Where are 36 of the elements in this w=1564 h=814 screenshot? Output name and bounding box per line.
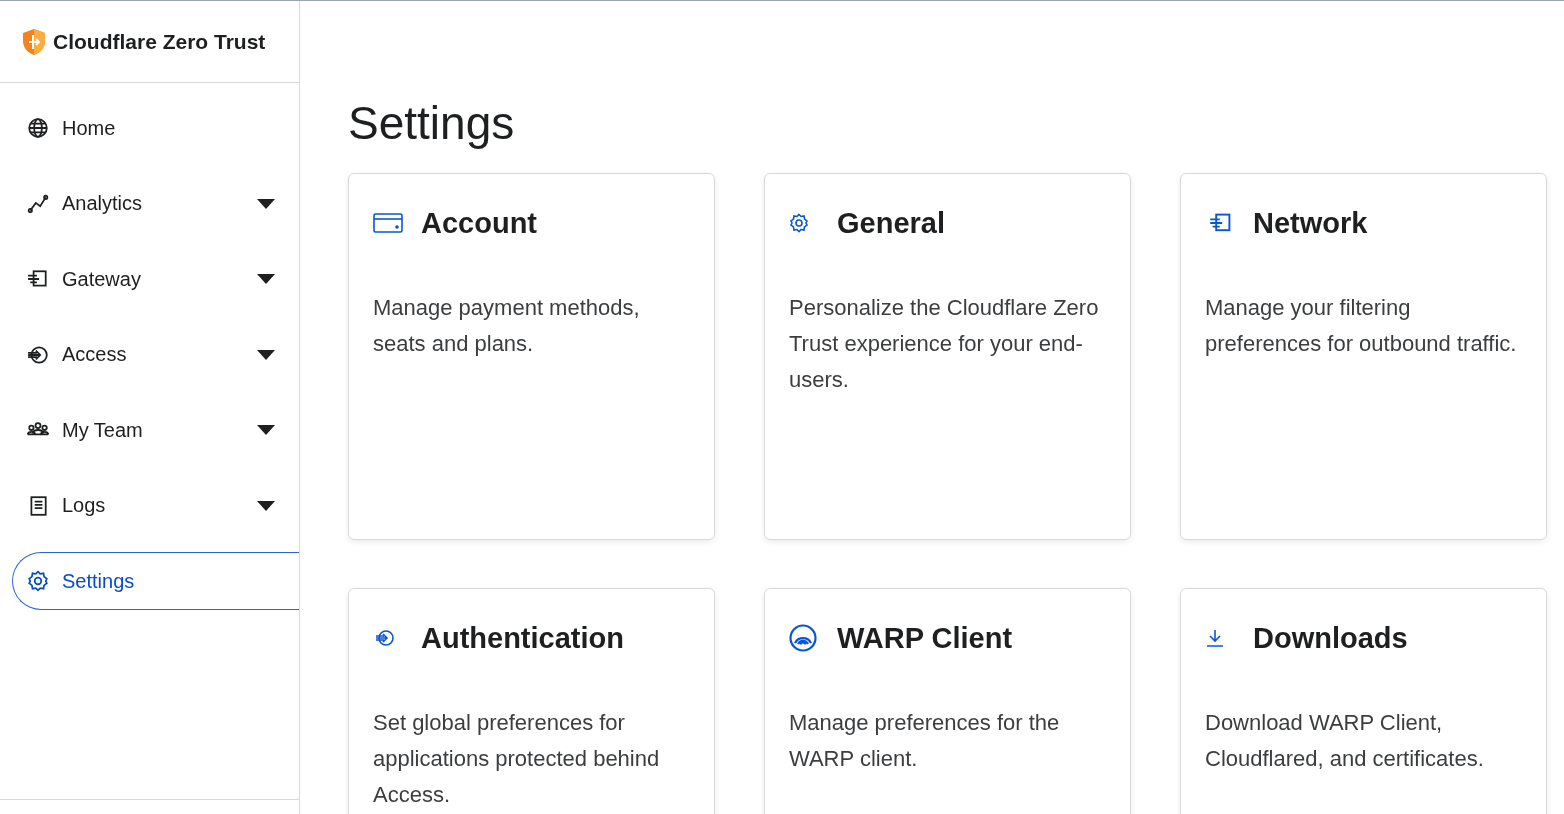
brand-name: Cloudflare Zero Trust (53, 29, 266, 54)
nav-item[interactable]: Gateway (12, 250, 299, 308)
settings-card[interactable]: Account Manage payment methods, seats and plans. (348, 173, 715, 540)
card-description: Manage payment methods, seats and plans. (373, 294, 641, 358)
settings-card[interactable]: Downloads Download WARP Client, Cloudflared, and certificates. (1180, 588, 1547, 814)
globe-icon (27, 117, 49, 139)
card-title: Authentication (421, 621, 624, 655)
settings-card[interactable]: General Personalize the Cloudflare Zero Trust experience for your end-users. (764, 173, 1131, 540)
settings-icon (789, 213, 809, 233)
line-chart-icon (27, 192, 49, 215)
nav-item[interactable]: Home (12, 99, 299, 157)
card-description: Manage preferences for the WARP client. (789, 709, 1061, 773)
card-description: Manage your filtering preferences for outbound traffic. (1205, 294, 1518, 358)
page-title: Settings (348, 96, 516, 151)
wifi-circle-icon (789, 624, 817, 652)
card-title: Network (1253, 206, 1368, 240)
card-title: Account (421, 206, 537, 240)
settings-icon (27, 570, 49, 592)
settings-card[interactable]: WARP Client Manage preferences for the WARP client. (764, 588, 1131, 814)
shield-logo-icon (22, 27, 46, 56)
card-description: Set global preferences for applications protected behind Access. (373, 709, 661, 809)
card-description: Download WARP Client, Cloudflared, and certificates. (1205, 709, 1485, 773)
credit-card-icon (373, 212, 403, 234)
settings-card[interactable]: Network Manage your filtering preferences for outbound traffic. (1180, 173, 1547, 540)
download-icon (1205, 628, 1225, 648)
nav-item[interactable]: Logs (12, 476, 299, 535)
nav-item[interactable]: Analytics (12, 174, 299, 233)
card-title: WARP Client (837, 621, 1013, 655)
sign-in-icon (27, 343, 49, 366)
card-description: Personalize the Cloudflare Zero Trust experience for your end-users. (789, 294, 1100, 394)
nav-item[interactable]: Access (12, 325, 299, 384)
card-title: Downloads (1253, 621, 1408, 655)
nav-item[interactable]: My Team (12, 401, 299, 459)
card-title: General (837, 206, 945, 240)
sign-in-icon (373, 628, 397, 648)
settings-card[interactable]: Authentication Set global preferences for applications protected behind Access. (348, 588, 715, 814)
